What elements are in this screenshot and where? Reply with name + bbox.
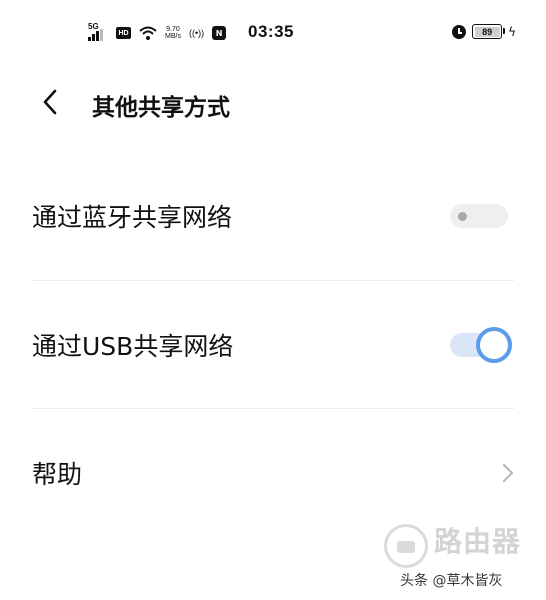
page-title: 其他共享方式 [92,95,230,121]
status-time: 03:35 [248,22,294,41]
hotspot-icon: ((•)) [188,28,205,38]
back-button[interactable] [30,82,70,122]
network-type-label: 5G [88,22,99,31]
alarm-icon [452,24,467,39]
divider [32,408,514,409]
chevron-right-icon [503,464,513,482]
help-label: 帮助 [32,460,83,489]
watermark-credit: 头条 @草木皆灰 [400,573,503,589]
charging-icon: ϟ [508,24,516,39]
watermark-name: 路由器 [434,525,522,558]
router-logo-icon [384,524,428,568]
status-icons-left: 5G HD 9.70 MB/s ((•)) N [88,22,227,44]
chevron-left-icon [43,89,57,115]
battery-icon: 89 [472,24,506,39]
nfc-icon: N [212,26,227,40]
network-speed-unit: MB/s [165,33,181,40]
page-header: 其他共享方式 [0,72,546,132]
cellular-signal-icon: 5G [88,22,108,42]
help-row[interactable]: 帮助 [0,410,546,536]
wifi-icon [139,26,157,40]
status-bar: 5G HD 9.70 MB/s ((•)) N 03:35 89 ϟ [0,0,546,64]
toggle-knob [476,327,512,363]
bluetooth-tethering-label: 通过蓝牙共享网络 [32,203,233,232]
toggle-knob [458,212,467,221]
bluetooth-tethering-toggle[interactable] [450,204,508,228]
usb-tethering-label: 通过USB共享网络 [32,332,234,361]
battery-level: 89 [474,26,500,37]
watermark: 路由器 头条 @草木皆灰 [382,520,532,590]
hd-voice-icon: HD [116,27,131,39]
usb-tethering-row[interactable]: 通过USB共享网络 [0,282,546,408]
status-icons-right: 89 ϟ [452,24,516,39]
divider [32,280,514,281]
usb-tethering-toggle[interactable] [450,327,512,363]
network-speed: 9.70 MB/s [165,26,181,40]
bluetooth-tethering-row[interactable]: 通过蓝牙共享网络 [0,153,546,279]
network-speed-value: 9.70 [166,26,180,33]
